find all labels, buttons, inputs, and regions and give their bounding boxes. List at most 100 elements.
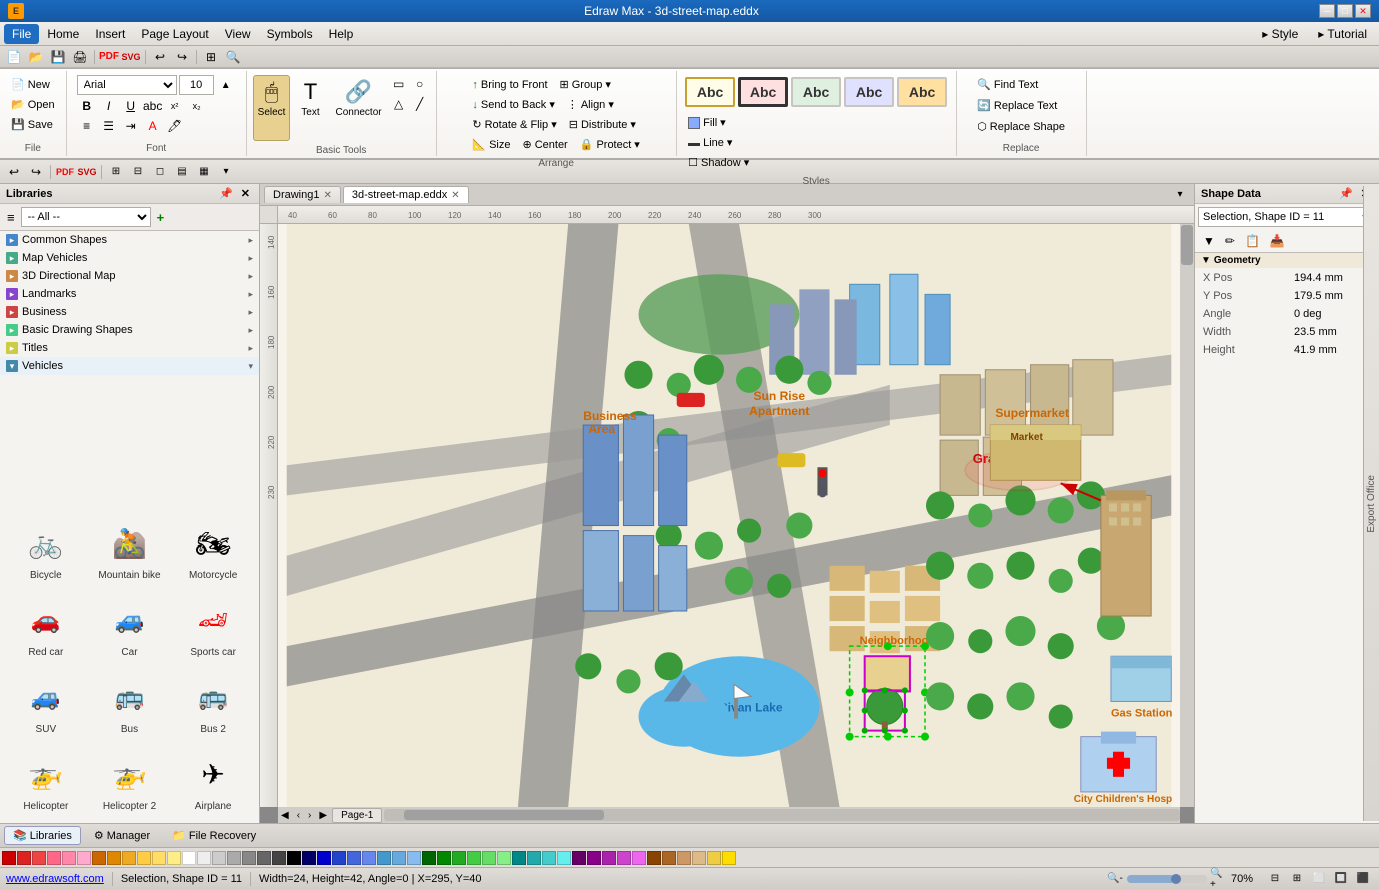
menu-insert[interactable]: Insert bbox=[87, 24, 133, 44]
triangle-tool[interactable]: △ bbox=[389, 95, 409, 113]
color-sky-3[interactable] bbox=[407, 851, 421, 865]
doc-nav-btn[interactable]: ▾ bbox=[1170, 186, 1190, 204]
color-red-1[interactable] bbox=[2, 851, 16, 865]
color-red-2[interactable] bbox=[17, 851, 31, 865]
tb-svg[interactable]: SVG bbox=[77, 163, 97, 181]
send-to-back-btn[interactable]: ↓ Send to Back ▾ bbox=[467, 95, 559, 114]
color-orange-3[interactable] bbox=[122, 851, 136, 865]
tb-view2[interactable]: ▤ bbox=[172, 163, 192, 181]
shape-bicycle[interactable]: 🚲 Bicycle bbox=[6, 513, 86, 586]
style-box-2[interactable]: Abc bbox=[738, 77, 788, 107]
tb-grid[interactable]: ⊞ bbox=[106, 163, 126, 181]
qa-open[interactable]: 📂 bbox=[26, 48, 46, 66]
style-box-1[interactable]: Abc bbox=[685, 77, 735, 107]
view-mode-2[interactable]: ⊞ bbox=[1287, 870, 1307, 888]
protect-btn[interactable]: 🔒 Protect ▾ bbox=[575, 135, 645, 154]
color-purple-1[interactable] bbox=[572, 851, 586, 865]
lib-add-btn[interactable]: + bbox=[153, 208, 169, 227]
zoom-in-btn[interactable]: 🔍+ bbox=[1209, 870, 1229, 888]
color-blue-4[interactable] bbox=[362, 851, 376, 865]
shape-airplane[interactable]: ✈ Airplane bbox=[173, 744, 253, 817]
color-yellow-1[interactable] bbox=[137, 851, 151, 865]
page-tab-1[interactable]: Page-1 bbox=[332, 808, 382, 823]
color-pink-3[interactable] bbox=[77, 851, 91, 865]
minimize-button[interactable]: ─ bbox=[1319, 4, 1335, 18]
lib-item-common[interactable]: ▸ Common Shapes ▸ bbox=[0, 231, 259, 249]
bottom-tab-manager[interactable]: ⚙ Manager bbox=[85, 826, 159, 845]
page-nav-right[interactable]: ▶ bbox=[316, 810, 330, 821]
style-box-3[interactable]: Abc bbox=[791, 77, 841, 107]
color-green-4[interactable] bbox=[482, 851, 496, 865]
color-navy[interactable] bbox=[302, 851, 316, 865]
sp-edit-btn[interactable]: ✏ bbox=[1221, 232, 1239, 250]
color-purple-2[interactable] bbox=[587, 851, 601, 865]
sp-import-btn[interactable]: 📥 bbox=[1266, 232, 1289, 250]
text-tool-button[interactable]: T Text bbox=[292, 75, 328, 141]
menu-help[interactable]: Help bbox=[321, 24, 362, 44]
qa-grid[interactable]: ⊞ bbox=[201, 48, 221, 66]
color-green-1[interactable] bbox=[437, 851, 451, 865]
qa-svg[interactable]: SVG bbox=[121, 48, 141, 66]
zoom-slider[interactable] bbox=[1127, 875, 1207, 883]
color-white[interactable] bbox=[182, 851, 196, 865]
qa-new[interactable]: 📄 bbox=[4, 48, 24, 66]
font-color-btn[interactable]: A bbox=[143, 117, 163, 135]
btn-new-file[interactable]: 📄 New bbox=[6, 75, 60, 94]
color-blue-3[interactable] bbox=[347, 851, 361, 865]
sp-filter-btn[interactable]: ▼ bbox=[1199, 232, 1219, 250]
page-nav-prev[interactable]: ‹ bbox=[294, 810, 303, 821]
doc-tab-streetmap[interactable]: 3d-street-map.eddx ✕ bbox=[343, 186, 469, 203]
color-gray-4[interactable] bbox=[242, 851, 256, 865]
bring-to-front-btn[interactable]: ↑ Bring to Front bbox=[467, 75, 552, 94]
shape-bus2[interactable]: 🚌 Bus 2 bbox=[173, 667, 253, 740]
panel-pin-btn[interactable]: 📌 bbox=[216, 187, 236, 200]
lib-item-vehicles[interactable]: ▾ Vehicles ▾ bbox=[0, 357, 259, 375]
font-size-input[interactable] bbox=[179, 75, 214, 95]
h-scroll-thumb[interactable] bbox=[404, 810, 604, 820]
lib-item-titles[interactable]: ▸ Titles ▸ bbox=[0, 339, 259, 357]
center-btn[interactable]: ⊕ Center bbox=[517, 135, 572, 154]
color-gray-3[interactable] bbox=[227, 851, 241, 865]
align-left-btn[interactable]: ≡ bbox=[77, 117, 97, 135]
lib-item-business[interactable]: ▸ Business ▸ bbox=[0, 303, 259, 321]
font-family-select[interactable]: Arial bbox=[77, 75, 177, 95]
underline-button[interactable]: U bbox=[121, 97, 141, 115]
btn-save-file[interactable]: 💾 Save bbox=[6, 115, 60, 134]
color-teal-3[interactable] bbox=[542, 851, 556, 865]
view-mode-1[interactable]: ⊟ bbox=[1265, 870, 1285, 888]
menu-view[interactable]: View bbox=[217, 24, 259, 44]
color-magenta[interactable] bbox=[632, 851, 646, 865]
menu-style[interactable]: ▸ Style bbox=[1254, 24, 1306, 44]
color-gray-1[interactable] bbox=[197, 851, 211, 865]
color-red-3[interactable] bbox=[32, 851, 46, 865]
color-orange-2[interactable] bbox=[107, 851, 121, 865]
lib-item-basic-drawing[interactable]: ▸ Basic Drawing Shapes ▸ bbox=[0, 321, 259, 339]
shape-bus[interactable]: 🚌 Bus bbox=[90, 667, 170, 740]
qa-redo[interactable]: ↪ bbox=[172, 48, 192, 66]
color-cyan[interactable] bbox=[557, 851, 571, 865]
color-teal-2[interactable] bbox=[527, 851, 541, 865]
doc-tab-drawing1-close[interactable]: ✕ bbox=[323, 190, 331, 201]
scrollbar-horizontal[interactable]: ◀ ‹ › ▶ Page-1 bbox=[278, 807, 1180, 823]
color-blue-1[interactable] bbox=[317, 851, 331, 865]
circle-tool[interactable]: ○ bbox=[410, 75, 430, 93]
doc-tab-drawing1[interactable]: Drawing1 ✕ bbox=[264, 186, 341, 203]
restore-button[interactable]: □ bbox=[1337, 4, 1353, 18]
bottom-tab-file-recovery[interactable]: 📁 File Recovery bbox=[163, 826, 265, 845]
color-blue-2[interactable] bbox=[332, 851, 346, 865]
color-gold-2[interactable] bbox=[722, 851, 736, 865]
menu-file[interactable]: File bbox=[4, 24, 39, 44]
distribute-btn[interactable]: ⊟ Distribute ▾ bbox=[564, 115, 641, 134]
drawing-area[interactable]: Civan Lake bbox=[278, 224, 1180, 807]
color-pink-1[interactable] bbox=[47, 851, 61, 865]
color-gold-1[interactable] bbox=[707, 851, 721, 865]
menu-page-layout[interactable]: Page Layout bbox=[133, 24, 216, 44]
shadow-btn[interactable]: ☐ Shadow ▾ bbox=[683, 153, 754, 172]
color-green-3[interactable] bbox=[467, 851, 481, 865]
tb-undo[interactable]: ↩ bbox=[4, 163, 24, 181]
color-lime[interactable] bbox=[497, 851, 511, 865]
color-tan[interactable] bbox=[677, 851, 691, 865]
color-yellow-2[interactable] bbox=[152, 851, 166, 865]
bold-button[interactable]: B bbox=[77, 97, 97, 115]
tb-redo[interactable]: ↪ bbox=[26, 163, 46, 181]
